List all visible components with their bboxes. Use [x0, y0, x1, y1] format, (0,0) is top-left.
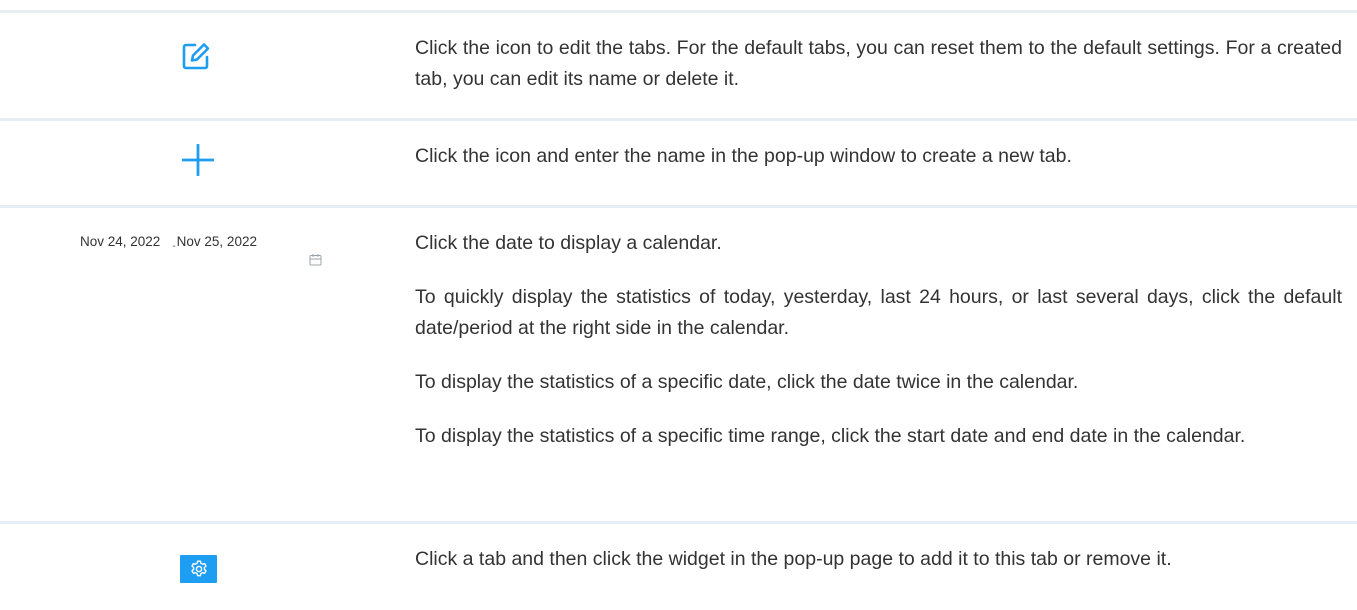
description-cell: Click the icon and enter the name in the…	[415, 141, 1342, 172]
date-range-picker[interactable]: Nov 24, 2022 -Nov 25, 2022	[80, 234, 257, 252]
description-cell: Click the icon to edit the tabs. For the…	[415, 33, 1342, 95]
row-description-paragraph: To display the statistics of a specific …	[415, 371, 1079, 393]
icon-cell: Nov 24, 2022 -Nov 25, 2022	[0, 208, 400, 521]
table-row: Click the icon and enter the name in the…	[0, 121, 1357, 205]
start-date[interactable]: Nov 24, 2022	[80, 234, 160, 249]
gear-icon	[191, 560, 207, 577]
icon-cell	[0, 524, 400, 610]
description-cell: Click the date to display a calendar. To…	[415, 228, 1342, 452]
date-separator: -	[172, 241, 176, 252]
description-cell: Click a tab and then click the widget in…	[415, 544, 1342, 575]
row-description-paragraph: To display the statistics of a specific …	[415, 425, 1246, 447]
row-description-paragraph: Click the date to display a calendar.	[415, 232, 722, 254]
table-row: Nov 24, 2022 -Nov 25, 2022 Click the date…	[0, 208, 1357, 521]
edit-icon[interactable]	[181, 41, 211, 71]
row-description: Click the icon to edit the tabs. For the…	[415, 37, 1342, 90]
plus-icon[interactable]	[182, 144, 214, 176]
icon-cell	[0, 121, 400, 205]
icon-cell	[0, 13, 400, 118]
settings-button[interactable]	[180, 555, 217, 583]
icon-description-table: Click the icon to edit the tabs. For the…	[0, 0, 1357, 610]
table-row: Click a tab and then click the widget in…	[0, 524, 1357, 610]
row-description: Click the icon and enter the name in the…	[415, 145, 1072, 167]
end-date[interactable]: Nov 25, 2022	[177, 234, 257, 249]
table-row: Click the icon to edit the tabs. For the…	[0, 13, 1357, 118]
calendar-icon[interactable]	[309, 253, 322, 266]
row-description-paragraph: To quickly display the statistics of tod…	[415, 286, 1342, 339]
row-description: Click a tab and then click the widget in…	[415, 548, 1172, 570]
